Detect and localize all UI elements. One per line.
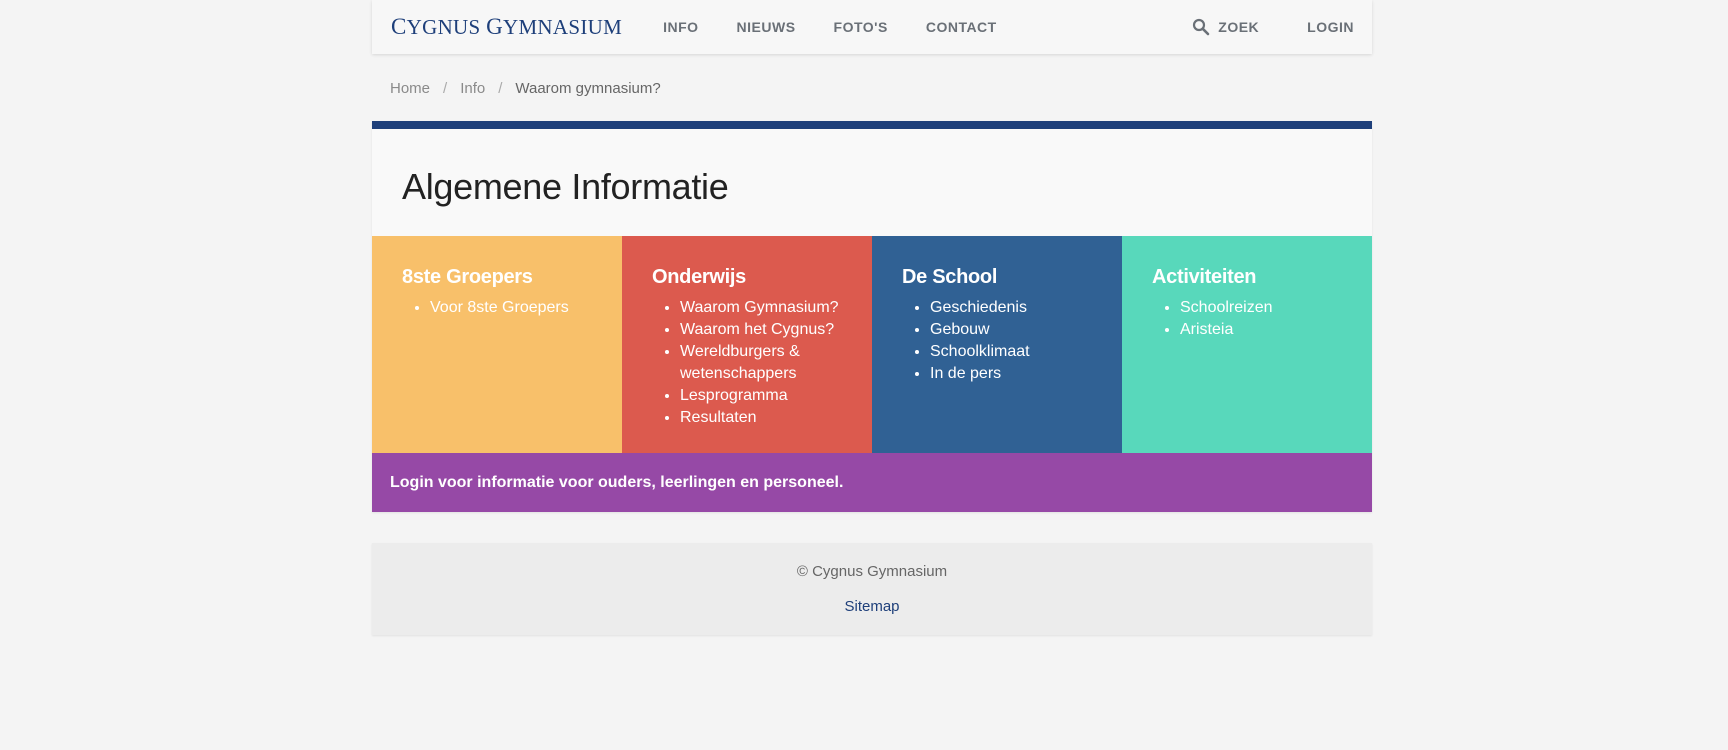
card-link[interactable]: Wereldburgers & wetenschappers: [680, 343, 800, 382]
login-band[interactable]: Login voor informatie voor ouders, leerl…: [372, 453, 1372, 512]
page-title: Algemene Informatie: [402, 166, 729, 207]
list-item: Gebouw: [930, 319, 1092, 341]
card-8ste-groepers: 8ste Groepers Voor 8ste Groepers: [372, 236, 622, 453]
card-link-list: Geschiedenis Gebouw Schoolklimaat In de per…: [902, 297, 1092, 385]
card-link[interactable]: Lesprogramma: [680, 387, 788, 404]
nav-nieuws[interactable]: NIEUWS: [718, 19, 815, 35]
breadcrumb-current: Waarom gymnasium?: [515, 79, 661, 97]
search-icon: [1193, 18, 1210, 36]
breadcrumb-info[interactable]: Info: [460, 80, 485, 97]
list-item: Wereldburgers & wetenschappers: [680, 341, 842, 385]
info-panel: Algemene Informatie 8ste Groepers Voor 8s…: [372, 121, 1372, 512]
search-label: ZOEK: [1218, 19, 1260, 35]
card-link[interactable]: Schoolreizen: [1180, 299, 1273, 316]
card-title: 8ste Groepers: [402, 266, 533, 288]
list-item: Geschiedenis: [930, 297, 1092, 319]
nav-info[interactable]: INFO: [644, 19, 717, 35]
card-link-list: Schoolreizen Aristeia: [1152, 297, 1342, 341]
footer: © Cygnus Gymnasium Sitemap: [372, 543, 1372, 635]
nav-right: ZOEK LOGIN: [1192, 18, 1372, 36]
list-item: Waarom Gymnasium?: [680, 297, 842, 319]
list-item: Schoolklimaat: [930, 341, 1092, 363]
list-item: Resultaten: [680, 407, 842, 429]
card-link[interactable]: Voor 8ste Groepers: [430, 299, 569, 316]
panel-accent-bar: [372, 121, 1372, 129]
main-nav: INFO NIEUWS FOTO'S CONTACT: [644, 19, 1016, 35]
card-link[interactable]: Geschiedenis: [930, 299, 1027, 316]
card-link[interactable]: Waarom Gymnasium?: [680, 299, 839, 316]
brand-logo[interactable]: CYGNUS GYMNASIUM: [391, 14, 622, 40]
list-item: Schoolreizen: [1180, 297, 1342, 319]
card-link[interactable]: In de pers: [930, 365, 1001, 382]
card-link-list: Waarom Gymnasium? Waarom het Cygnus? Werel…: [652, 297, 842, 429]
card-activiteiten: Activiteiten Schoolreizen Aristeia: [1122, 236, 1372, 453]
card-de-school: De School Geschiedenis Gebouw Schoolklimaat…: [872, 236, 1122, 453]
card-link[interactable]: Schoolklimaat: [930, 343, 1030, 360]
card-link[interactable]: Aristeia: [1180, 321, 1233, 338]
card-link[interactable]: Resultaten: [680, 409, 757, 426]
card-link-list: Voor 8ste Groepers: [402, 297, 592, 319]
card-title: Activiteiten: [1152, 266, 1257, 288]
list-item: Lesprogramma: [680, 385, 842, 407]
login-link[interactable]: LOGIN: [1307, 19, 1354, 35]
list-item: Waarom het Cygnus?: [680, 319, 842, 341]
list-item: Aristeia: [1180, 319, 1342, 341]
sitemap-link[interactable]: Sitemap: [372, 598, 1372, 615]
list-item: In de pers: [930, 363, 1092, 385]
card-onderwijs: Onderwijs Waarom Gymnasium? Waarom het Cyg…: [622, 236, 872, 453]
breadcrumb-separator: /: [498, 79, 503, 97]
card-link[interactable]: Waarom het Cygnus?: [680, 321, 834, 338]
card-title: Onderwijs: [652, 266, 746, 288]
search-button[interactable]: ZOEK: [1192, 18, 1259, 36]
breadcrumb: Home / Info / Waarom gymnasium?: [372, 77, 1372, 99]
nav-fotos[interactable]: FOTO'S: [815, 19, 907, 35]
list-item: Voor 8ste Groepers: [430, 297, 592, 319]
category-cards: 8ste Groepers Voor 8ste Groepers Onderwijs…: [372, 236, 1372, 453]
card-link[interactable]: Gebouw: [930, 321, 990, 338]
top-navbar: CYGNUS GYMNASIUM INFO NIEUWS FOTO'S CONT…: [372, 0, 1372, 54]
nav-contact[interactable]: CONTACT: [907, 19, 1016, 35]
card-title: De School: [902, 266, 998, 288]
copyright: © Cygnus Gymnasium: [796, 563, 948, 580]
breadcrumb-separator: /: [443, 79, 448, 97]
breadcrumb-home[interactable]: Home: [390, 80, 430, 97]
